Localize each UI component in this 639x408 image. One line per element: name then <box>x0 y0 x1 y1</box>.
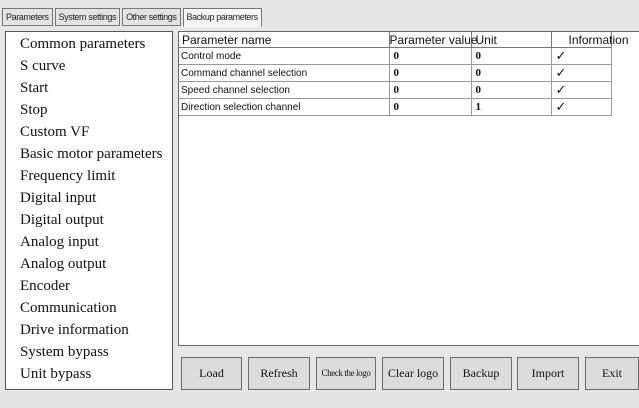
unit-cell: 0 <box>470 47 552 65</box>
list-item-communication[interactable]: Communication <box>20 300 117 317</box>
column-header-parameter-name: Parameter name <box>179 32 390 48</box>
list-item-digital-input[interactable]: Digital input <box>20 190 96 207</box>
parameter-name-cell: Speed channel selection <box>179 81 390 99</box>
list-item-stop[interactable]: Stop <box>20 102 48 119</box>
parameter-table: Parameter name Parameter value Unit Info… <box>179 32 629 116</box>
parameter-group-list: Common parameters S curve Start Stop Cus… <box>5 31 173 390</box>
backup-button[interactable]: Backup <box>450 357 512 390</box>
list-item-drive-information[interactable]: Drive information <box>20 322 129 339</box>
status-bar <box>0 394 639 408</box>
list-item-basic-motor-parameters[interactable]: Basic motor parameters <box>20 146 162 163</box>
column-header-unit: Unit <box>470 32 552 48</box>
parameter-name-cell: Control mode <box>179 47 390 65</box>
table-row[interactable]: Control mode 0 0 ✓ <box>179 47 612 65</box>
list-item-encoder[interactable]: Encoder <box>20 278 70 295</box>
load-button[interactable]: Load <box>181 357 242 390</box>
list-item-frequency-limit[interactable]: Frequency limit <box>20 168 115 185</box>
table-row[interactable]: Speed channel selection 0 0 ✓ <box>179 81 612 99</box>
parameter-value-cell[interactable]: 0 <box>388 98 472 116</box>
unit-cell: 1 <box>470 98 552 116</box>
unit-cell: 0 <box>470 81 552 99</box>
list-item-analog-input[interactable]: Analog input <box>20 234 99 251</box>
list-item-s-curve[interactable]: S curve <box>20 58 65 75</box>
refresh-button[interactable]: Refresh <box>248 357 310 390</box>
table-row[interactable]: Command channel selection 0 0 ✓ <box>179 64 612 82</box>
parameter-value-cell[interactable]: 0 <box>388 64 472 82</box>
check-icon: ✓ <box>550 81 612 99</box>
app-window: Parameters System settings Other setting… <box>0 0 639 408</box>
check-icon: ✓ <box>550 98 612 116</box>
list-item-common-parameters[interactable]: Common parameters <box>20 36 145 53</box>
list-item-digital-output[interactable]: Digital output <box>20 212 104 229</box>
import-button[interactable]: Import <box>517 357 579 390</box>
column-header-information: Information <box>550 32 629 48</box>
exit-button[interactable]: Exit <box>585 357 639 390</box>
list-item-system-bypass[interactable]: System bypass <box>20 344 109 361</box>
clear-logo-button[interactable]: Clear logo <box>382 357 444 390</box>
check-icon: ✓ <box>550 64 612 82</box>
check-icon: ✓ <box>550 47 612 65</box>
parameter-value-cell[interactable]: 0 <box>388 81 472 99</box>
column-header-parameter-value: Parameter value <box>388 32 478 48</box>
tab-bar: Parameters System settings Other setting… <box>2 8 264 27</box>
tab-other-settings[interactable]: Other settings <box>122 8 181 26</box>
parameter-value-cell[interactable]: 0 <box>388 47 472 65</box>
table-header-row: Parameter name Parameter value Unit Info… <box>179 32 629 48</box>
parameter-table-panel: Parameter name Parameter value Unit Info… <box>178 31 639 346</box>
parameter-name-cell: Direction selection channel <box>179 98 390 116</box>
unit-cell: 0 <box>470 64 552 82</box>
parameter-name-cell: Command channel selection <box>179 64 390 82</box>
tab-system-settings[interactable]: System settings <box>54 8 121 26</box>
tab-backup-parameters[interactable]: Backup parameters <box>182 8 262 27</box>
list-item-analog-output[interactable]: Analog output <box>20 256 106 273</box>
list-item-unit-bypass[interactable]: Unit bypass <box>20 366 91 383</box>
table-row[interactable]: Direction selection channel 0 1 ✓ <box>179 98 612 116</box>
list-item-custom-vf[interactable]: Custom VF <box>20 124 89 141</box>
tab-parameters[interactable]: Parameters <box>2 8 53 26</box>
list-item-start[interactable]: Start <box>20 80 48 97</box>
check-the-logo-button[interactable]: Check the logo <box>316 357 376 390</box>
